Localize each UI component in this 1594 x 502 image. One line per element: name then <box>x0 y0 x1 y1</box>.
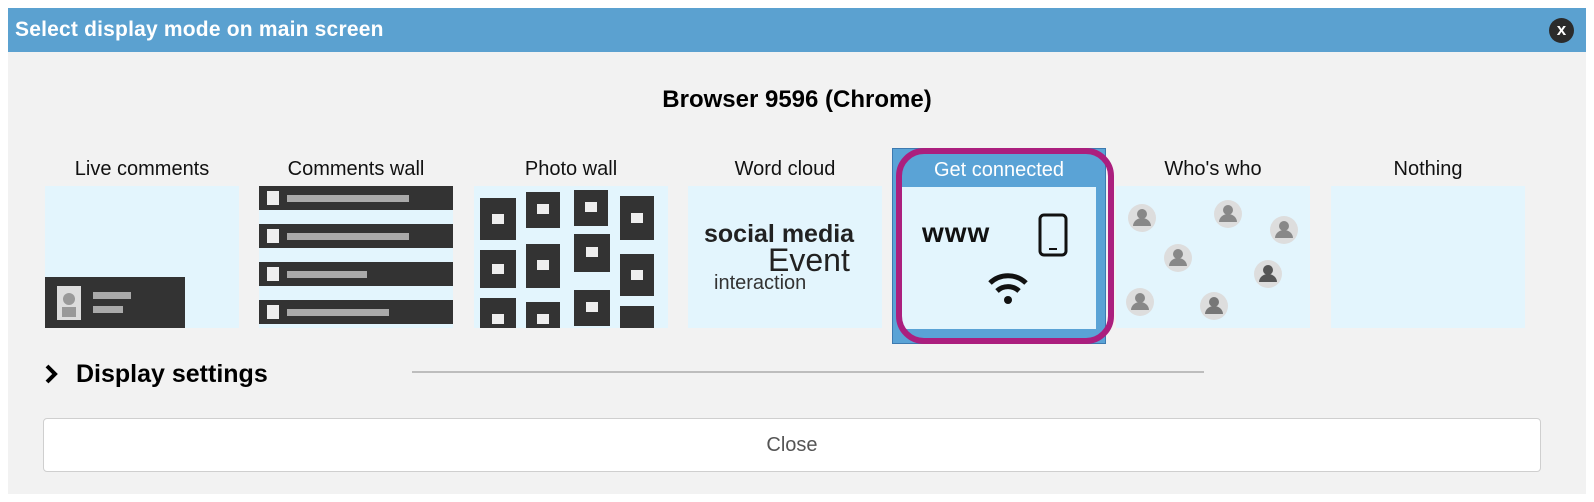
browser-name: Browser 9596 (Chrome) <box>662 86 932 113</box>
mode-photo-wall[interactable]: Photo wall <box>474 148 668 344</box>
mode-label: Comments wall <box>287 158 425 180</box>
divider <box>412 371 1204 373</box>
mode-label: Word cloud <box>734 158 836 180</box>
mode-nothing[interactable]: Nothing <box>1331 148 1525 344</box>
word-cloud-word: interaction <box>714 272 807 294</box>
chevron-right-icon <box>45 364 58 384</box>
photo-wall-thumbnail <box>474 186 668 328</box>
mode-live-comments[interactable]: Live comments <box>45 148 239 344</box>
mode-comments-wall[interactable]: Comments wall <box>259 148 453 344</box>
display-settings-toggle[interactable]: Display settings <box>44 356 268 392</box>
mode-label: Nothing <box>1393 158 1463 180</box>
get-connected-thumbnail: www <box>902 187 1096 329</box>
display-mode-dialog: Select display mode on main screen x Bro… <box>8 8 1586 494</box>
www-text: www <box>922 217 991 248</box>
mode-label: Who's who <box>1164 158 1262 180</box>
dialog-title: Select display mode on main screen <box>15 18 384 41</box>
comments-wall-thumbnail <box>259 186 453 328</box>
nothing-thumbnail <box>1331 186 1525 328</box>
display-settings-label: Display settings <box>76 359 268 388</box>
phone-icon <box>1038 213 1068 257</box>
mode-get-connected[interactable]: Get connected www <box>892 148 1106 344</box>
mode-whos-who[interactable]: Who's who <box>1116 148 1310 344</box>
whos-who-thumbnail <box>1116 186 1310 328</box>
close-button[interactable]: Close <box>43 418 1541 472</box>
mode-label: Get connected <box>933 159 1065 181</box>
dialog-titlebar: Select display mode on main screen x <box>8 8 1586 52</box>
mode-label: Photo wall <box>524 158 618 180</box>
mode-word-cloud[interactable]: Word cloud social media Event interactio… <box>688 148 882 344</box>
mode-label: Live comments <box>74 158 210 180</box>
close-icon[interactable]: x <box>1549 18 1574 43</box>
word-cloud-thumbnail: social media Event interaction <box>688 186 882 328</box>
live-comments-thumbnail <box>45 186 239 328</box>
wifi-icon <box>988 273 1028 304</box>
